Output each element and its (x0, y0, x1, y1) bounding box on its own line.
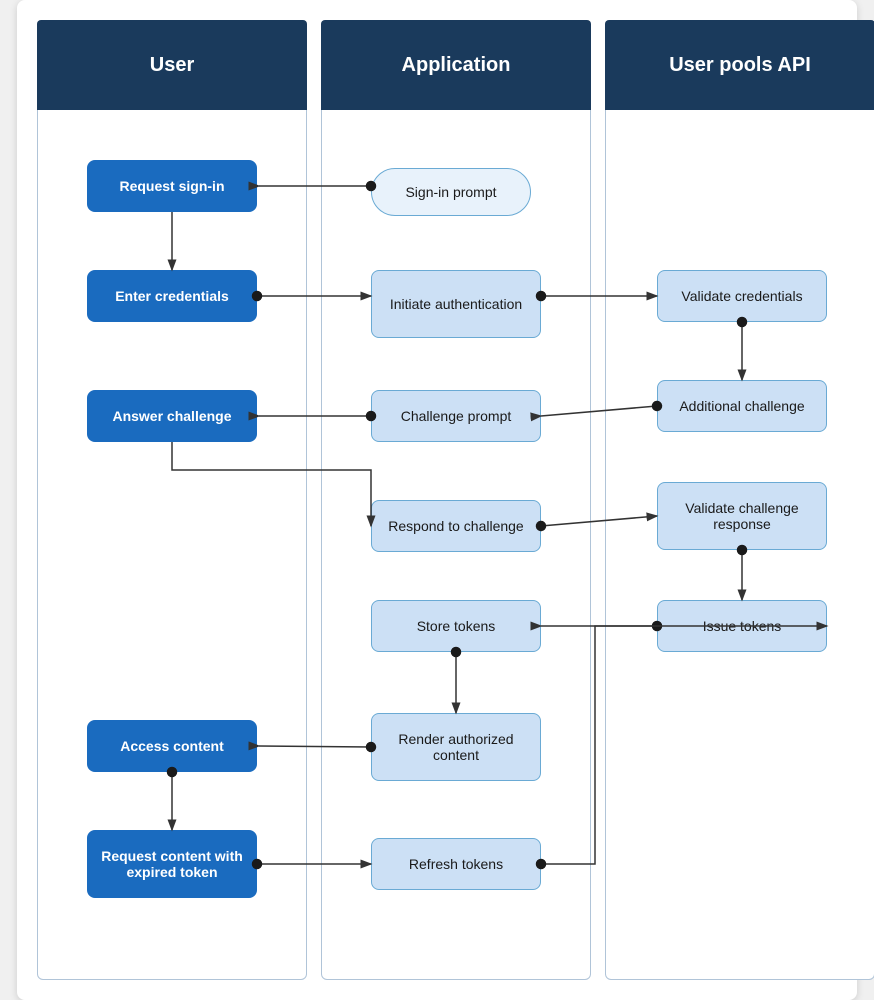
answer-challenge-node: Answer challenge (87, 390, 257, 442)
initiate-auth-node: Initiate authentication (371, 270, 541, 338)
api-header-label: User pools API (669, 54, 811, 77)
application-header: Application (321, 20, 591, 110)
request-expired-node: Request content with expired token (87, 830, 257, 898)
challenge-prompt-node: Challenge prompt (371, 390, 541, 442)
signin-prompt-node: Sign-in prompt (371, 168, 531, 216)
additional-challenge-node: Additional challenge (657, 380, 827, 432)
user-header: User (37, 20, 307, 110)
render-authorized-node: Render authorized content (371, 713, 541, 781)
diagram-wrapper: User Application User pools API Request … (17, 0, 857, 1000)
user-header-label: User (150, 54, 194, 77)
application-header-label: Application (402, 54, 511, 77)
issue-tokens-node: Issue tokens (657, 600, 827, 652)
access-content-node: Access content (87, 720, 257, 772)
refresh-tokens-node: Refresh tokens (371, 838, 541, 890)
api-header: User pools API (605, 20, 874, 110)
enter-credentials-node: Enter credentials (87, 270, 257, 322)
diagram-area: User Application User pools API Request … (37, 20, 837, 980)
store-tokens-node: Store tokens (371, 600, 541, 652)
validate-challenge-node: Validate challenge response (657, 482, 827, 550)
validate-credentials-node: Validate credentials (657, 270, 827, 322)
request-signin-node: Request sign-in (87, 160, 257, 212)
respond-challenge-node: Respond to challenge (371, 500, 541, 552)
